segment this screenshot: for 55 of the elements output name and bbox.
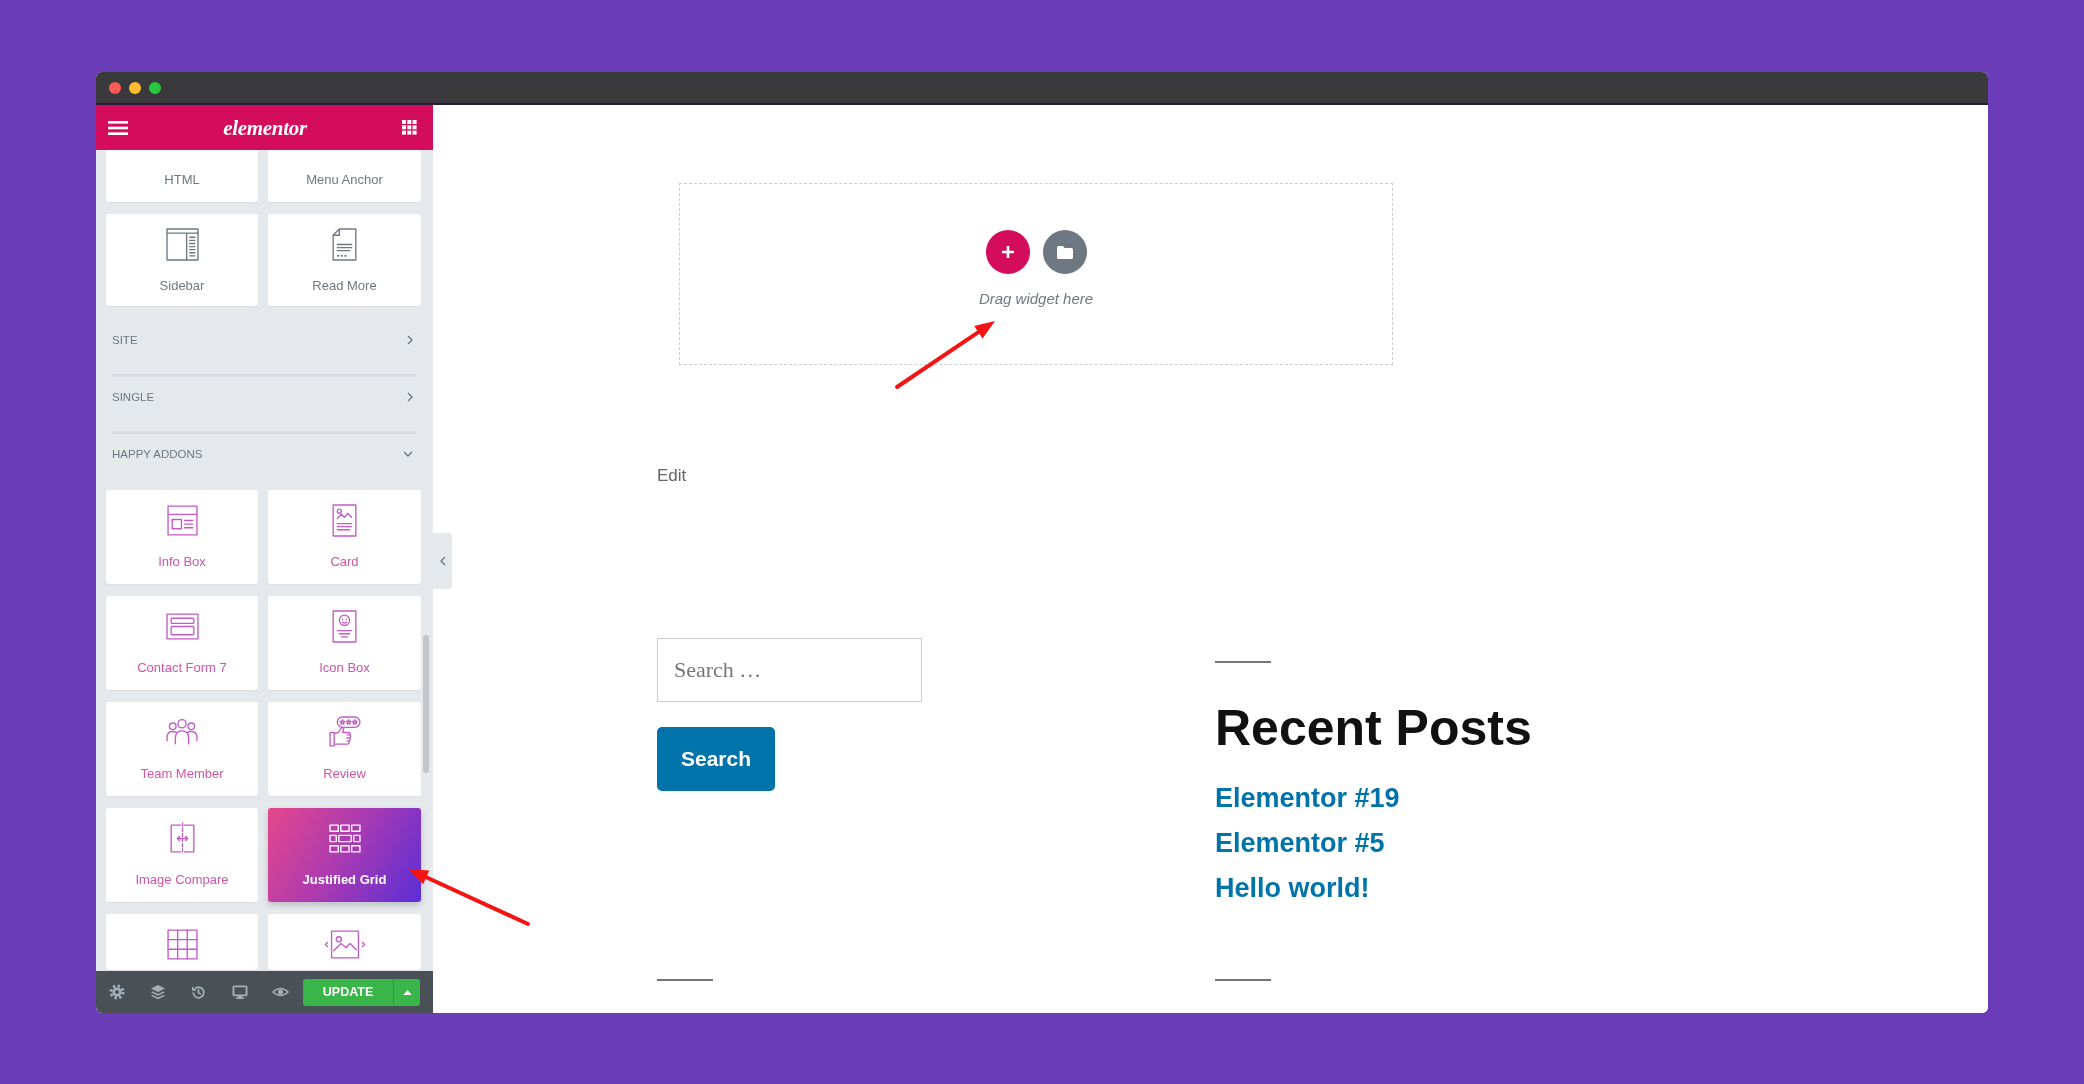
widget-card[interactable]: Card (268, 490, 421, 584)
panel-collapse-handle[interactable] (433, 533, 452, 589)
widget-card[interactable]: Menu Anchor (268, 150, 421, 202)
post-link[interactable]: Hello world! (1215, 866, 1370, 911)
settings-icon[interactable] (108, 984, 125, 1000)
search-button[interactable]: Search (657, 727, 775, 791)
edit-link[interactable]: Edit (657, 466, 687, 486)
category-header[interactable]: SITE (106, 320, 421, 360)
sidebar-layout-icon (165, 228, 199, 261)
chevron-right-icon (407, 392, 413, 402)
widget-card[interactable] (106, 914, 258, 970)
chevron-right-icon (407, 335, 413, 345)
widget-card[interactable]: Contact Form 7 (106, 596, 258, 690)
scrollbar[interactable] (423, 635, 429, 773)
post-link[interactable]: Elementor #5 (1215, 821, 1385, 866)
layers-icon[interactable] (149, 984, 166, 1000)
image-carousel-icon (323, 928, 366, 961)
menu-icon[interactable] (108, 120, 128, 135)
history-icon[interactable] (191, 984, 206, 1000)
widget-card[interactable]: Image Compare (106, 808, 258, 902)
widget-card[interactable]: Review (268, 702, 421, 796)
plus-icon (1000, 245, 1015, 259)
minimize-button[interactable] (129, 81, 141, 94)
widget-card[interactable]: Info Box (106, 490, 258, 584)
search-field[interactable]: Search … (657, 638, 922, 702)
logo: elementor (223, 115, 307, 140)
folder-icon (1056, 245, 1073, 259)
maximize-button[interactable] (149, 81, 161, 94)
template-library-button[interactable] (1042, 230, 1087, 274)
desktop-icon[interactable] (231, 984, 248, 1000)
category-header[interactable]: HAPPY ADDONS (106, 434, 421, 474)
chevron-left-icon (439, 556, 446, 566)
add-section-button[interactable] (985, 230, 1030, 274)
widget-card[interactable] (268, 914, 421, 970)
widget-card[interactable]: Team Member (106, 702, 258, 796)
update-button[interactable]: UPDATE (303, 978, 393, 1006)
eye-icon[interactable] (272, 986, 289, 998)
form-icon (165, 610, 199, 643)
close-button[interactable] (109, 81, 121, 94)
chevron-down-icon (403, 451, 413, 457)
category-header[interactable]: SINGLE (106, 377, 421, 417)
apps-grid-icon[interactable] (402, 120, 417, 135)
widget-title: Recent Posts (1215, 699, 1532, 758)
widget-card[interactable]: Icon Box (268, 596, 421, 690)
table-icon (165, 928, 199, 961)
widget-card[interactable]: HTML (106, 150, 258, 202)
caret-up-icon (402, 989, 412, 995)
info-box-icon (165, 504, 199, 537)
widget-card[interactable]: Justified Grid (268, 808, 421, 902)
drop-hint: Drag widget here (978, 290, 1094, 308)
update-options-button[interactable] (393, 978, 420, 1006)
widget-card[interactable]: Sidebar (106, 214, 258, 306)
review-icon (328, 716, 361, 749)
post-link[interactable]: Elementor #19 (1215, 776, 1400, 821)
widget-card[interactable]: Read More (268, 214, 421, 306)
